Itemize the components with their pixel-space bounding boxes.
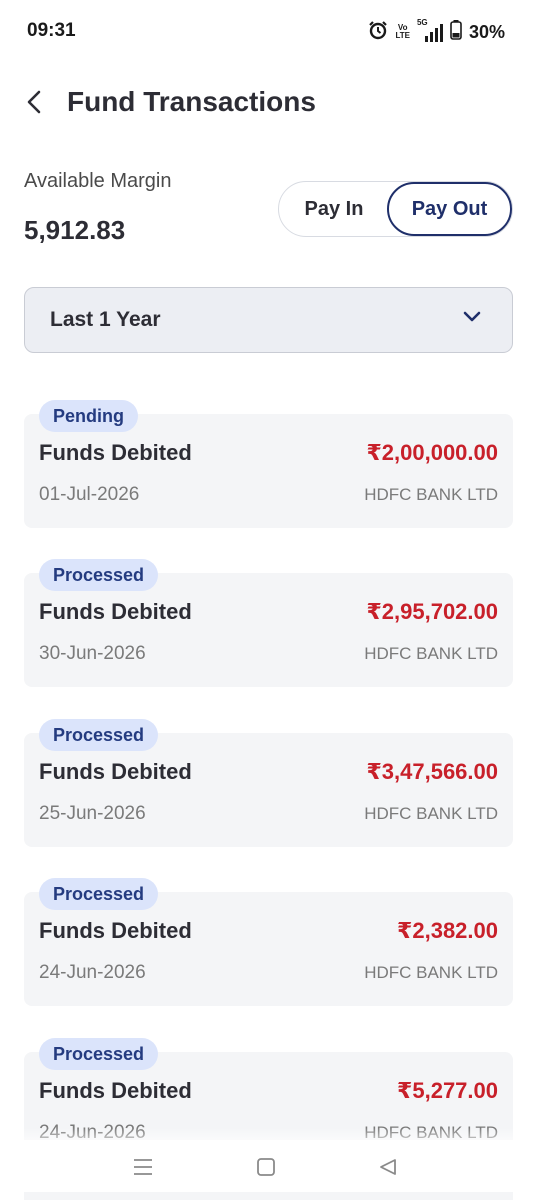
transaction-amount: ₹2,382.00	[397, 918, 498, 943]
status-badge: Pending	[39, 400, 138, 432]
next-card-edge	[24, 1192, 513, 1200]
app-header: Fund Transactions	[0, 72, 537, 136]
status-badge: Processed	[39, 1038, 159, 1070]
period-filter-dropdown[interactable]: Last 1 Year	[24, 287, 513, 353]
available-margin-label: Available Margin	[24, 170, 172, 192]
pay-in-button[interactable]: Pay In	[279, 182, 389, 236]
transaction-date: 24-Jun-2026	[39, 962, 146, 983]
battery-icon	[450, 19, 462, 45]
transaction-title: Funds Debited	[39, 759, 192, 784]
back-triangle-icon	[378, 1157, 398, 1182]
chevron-down-icon	[462, 310, 482, 329]
status-badge: Processed	[39, 878, 159, 910]
page-title: Fund Transactions	[67, 86, 316, 117]
pay-toggle: Pay In Pay Out	[278, 181, 513, 237]
chevron-left-icon	[26, 89, 42, 120]
network-type: 5G	[416, 18, 428, 27]
status-badge: Processed	[39, 719, 159, 751]
transaction-bank: HDFC BANK LTD	[364, 485, 498, 504]
transaction-bank: HDFC BANK LTD	[364, 644, 498, 663]
system-back-button[interactable]	[373, 1156, 403, 1182]
status-badge: Processed	[39, 559, 159, 591]
transaction-title: Funds Debited	[39, 440, 192, 465]
system-nav-bar	[0, 1140, 537, 1200]
transaction-amount: ₹2,95,702.00	[366, 599, 498, 624]
volte-indicator: Vo LTE	[395, 24, 410, 40]
volte-bottom-text: LTE	[395, 31, 410, 40]
available-margin-value: 5,912.83	[24, 215, 126, 245]
battery-percent: 30%	[468, 21, 505, 42]
transaction-date: 30-Jun-2026	[39, 643, 146, 664]
status-time: 09:31	[27, 20, 76, 41]
transaction-bank: HDFC BANK LTD	[364, 804, 498, 823]
transaction-card[interactable]: Processed Funds Debited ₹3,47,566.00 25-…	[24, 719, 513, 847]
recents-button[interactable]	[128, 1156, 158, 1182]
transaction-card[interactable]: Pending Funds Debited ₹2,00,000.00 01-Ju…	[24, 400, 513, 528]
home-button[interactable]	[251, 1156, 281, 1182]
period-filter-value: Last 1 Year	[50, 308, 161, 331]
transaction-amount: ₹5,277.00	[397, 1078, 498, 1103]
transaction-amount: ₹3,47,566.00	[366, 759, 498, 784]
pay-out-button[interactable]: Pay Out	[387, 182, 512, 236]
transaction-date: 25-Jun-2026	[39, 803, 146, 824]
status-bar: 09:31 Vo LTE 5G 30%	[0, 0, 537, 64]
home-square-icon	[256, 1157, 276, 1182]
status-icons: Vo LTE 5G 30%	[368, 18, 505, 46]
transaction-bank: HDFC BANK LTD	[364, 963, 498, 982]
transaction-card[interactable]: Processed Funds Debited ₹2,382.00 24-Jun…	[24, 878, 513, 1006]
transaction-title: Funds Debited	[39, 918, 192, 943]
back-button[interactable]	[18, 86, 50, 122]
transaction-amount: ₹2,00,000.00	[366, 440, 498, 465]
menu-icon	[132, 1157, 154, 1182]
signal-icon: 5G	[417, 18, 443, 42]
transaction-date: 01-Jul-2026	[39, 484, 140, 505]
transaction-title: Funds Debited	[39, 1078, 192, 1103]
transaction-title: Funds Debited	[39, 599, 192, 624]
alarm-icon	[368, 20, 388, 45]
transaction-card[interactable]: Processed Funds Debited ₹2,95,702.00 30-…	[24, 559, 513, 687]
